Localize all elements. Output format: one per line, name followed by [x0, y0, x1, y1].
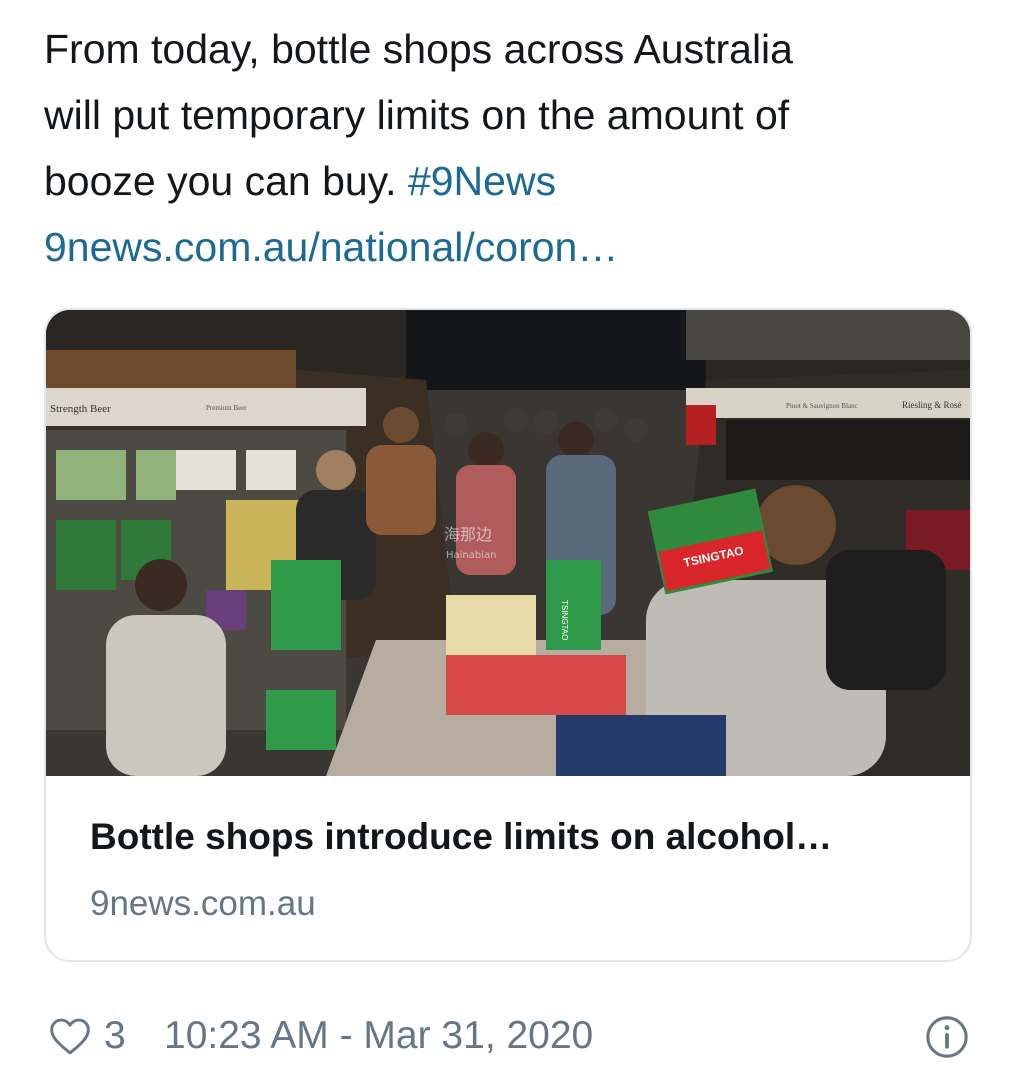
sign-premium-beer: Premium Beer	[206, 404, 247, 412]
link-preview-card[interactable]: TSINGTAO Strength Beer Premium Beer Pino…	[44, 308, 972, 962]
sign-strength-beer: Strength Beer	[50, 403, 111, 415]
watermark-latin: Hainabian	[446, 550, 496, 561]
timestamp-link[interactable]: 10:23 AM - Mar 31, 2020	[164, 1014, 593, 1058]
sign-pinot: Pinot & Sauvignon Blanc	[786, 402, 858, 410]
article-link[interactable]: 9news.com.au/national/coron…	[44, 214, 994, 280]
watermark: 海那边	[444, 525, 492, 544]
tweet-footer: 3 10:23 AM - Mar 31, 2020	[44, 1006, 976, 1066]
tweet-text: From today, bottle shops across Australi…	[44, 16, 994, 280]
tweet-text-line-1: From today, bottle shops across Australi…	[44, 26, 793, 72]
hashtag-link[interactable]: #9News	[408, 158, 556, 204]
card-title[interactable]: Bottle shops introduce limits on alcohol…	[90, 816, 832, 858]
info-icon[interactable]	[924, 1014, 970, 1060]
heart-icon[interactable]	[48, 1014, 92, 1058]
store-aisle-photo: TSINGTAO Strength Beer Premium Beer Pino…	[46, 310, 970, 776]
tweet-text-line-2: will put temporary limits on the amount …	[44, 92, 790, 138]
tweet-text-line-3: booze you can buy.	[44, 158, 397, 204]
sign-riesling: Riesling & Rosé	[902, 400, 962, 410]
card-domain: 9news.com.au	[90, 884, 316, 923]
box-label-2: TSINGTAO	[560, 600, 569, 640]
card-image[interactable]: TSINGTAO Strength Beer Premium Beer Pino…	[46, 310, 970, 776]
like-count: 3	[104, 1014, 126, 1057]
